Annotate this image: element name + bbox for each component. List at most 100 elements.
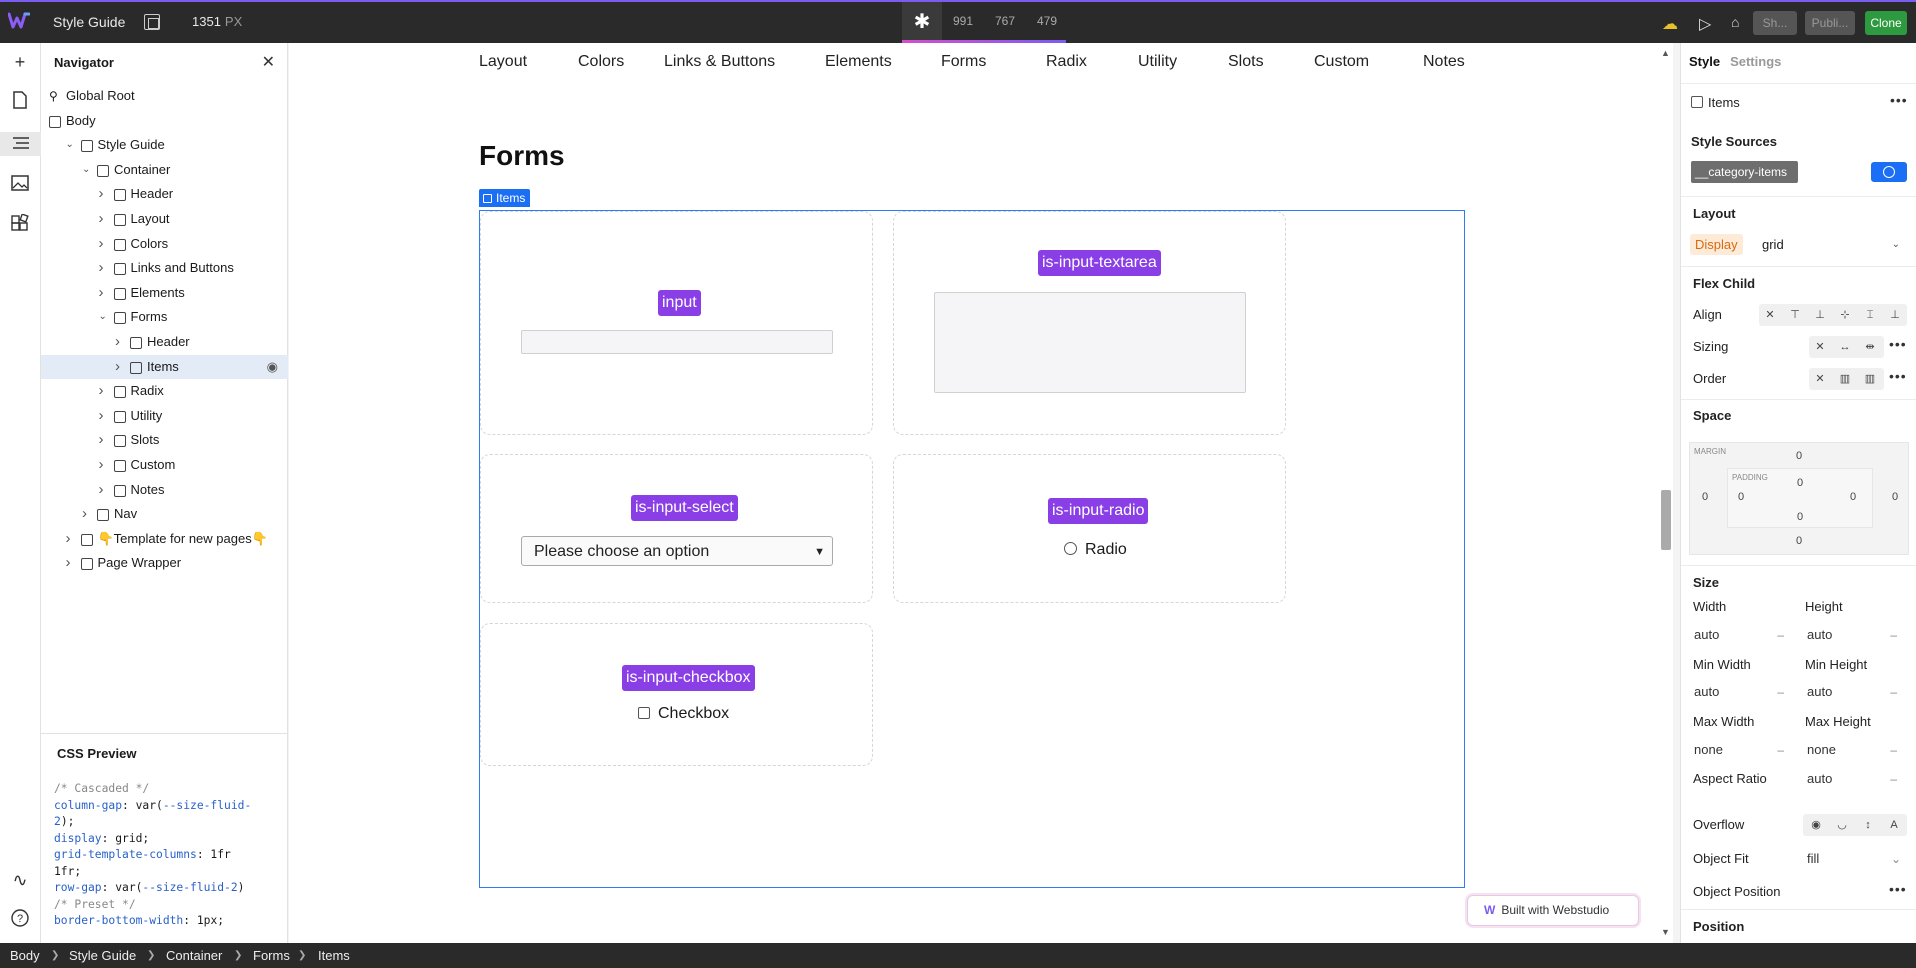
position-section-title[interactable]: Position [1693,919,1744,934]
min-height-input[interactable]: auto – [1803,681,1903,703]
base-breakpoint-icon[interactable]: ✱ [902,2,942,43]
textarea-input[interactable] [934,292,1246,393]
tree-item[interactable]: Body [41,109,288,134]
sizing-grow-icon[interactable]: ↔ [1834,336,1856,358]
padding-top[interactable]: 0 [1797,477,1803,489]
radio-option[interactable]: Radio [1064,541,1127,559]
tree-item[interactable]: › Colors [41,232,288,257]
chevron-right-icon[interactable]: › [99,453,111,477]
space-section-title[interactable]: Space [1693,408,1731,423]
align-end-icon[interactable]: ⊥ [1809,304,1831,326]
size-section-title[interactable]: Size [1693,575,1719,590]
scroll-thumb[interactable] [1661,490,1671,550]
checkbox[interactable] [638,707,650,719]
more-icon[interactable]: ••• [1889,336,1907,352]
tab-style[interactable]: Style [1689,54,1720,69]
chevron-right-icon[interactable]: › [99,182,111,206]
scroll-up-icon[interactable]: ▲ [1661,48,1670,58]
cell-radio[interactable]: is-input-radio Radio [893,454,1286,603]
tree-item[interactable]: › Layout [41,207,288,232]
layout-section-title[interactable]: Layout [1693,206,1736,221]
nav-link-slots[interactable]: Slots [1228,53,1264,71]
page-icon[interactable] [8,91,32,115]
breadcrumb-forms[interactable]: Forms [253,943,290,968]
chevron-right-icon[interactable]: › [99,404,111,428]
chevron-right-icon[interactable]: › [99,256,111,280]
canvas-width[interactable]: 1351 PX [192,14,242,29]
padding-bottom[interactable]: 0 [1797,511,1803,523]
tree-item[interactable]: ⚲ Global Root [41,84,288,109]
margin-right[interactable]: 0 [1892,491,1898,503]
eye-icon[interactable]: ◉ [267,355,278,379]
nav-link-links-buttons[interactable]: Links & Buttons [664,53,775,71]
nav-link-layout[interactable]: Layout [479,53,527,71]
height-input[interactable]: auto – [1803,624,1903,646]
built-with-webstudio-badge[interactable]: W Built with Webstudio [1467,895,1639,926]
checkbox-option[interactable]: Checkbox [638,705,729,723]
object-fit-select[interactable]: fill ⌄ [1803,848,1907,870]
canvas-scrollbar[interactable]: ▲ ▼ [1657,43,1673,943]
share-button[interactable]: Sh... [1753,11,1797,35]
chevron-right-icon[interactable]: › [99,478,111,502]
order-first-icon[interactable]: ▥ [1834,368,1856,390]
components-icon[interactable] [8,213,32,238]
breakpoint-479[interactable]: 479 [1037,14,1057,28]
more-icon[interactable]: ••• [1890,92,1908,108]
scroll-icon[interactable]: ↕ [1857,814,1879,836]
margin-top[interactable]: 0 [1796,450,1802,462]
align-center-icon[interactable]: ⊹ [1834,304,1856,326]
width-input[interactable]: auto – [1690,624,1790,646]
more-icon[interactable]: ••• [1889,881,1907,897]
margin-left[interactable]: 0 [1702,491,1708,503]
align-start-icon[interactable]: ⊤ [1784,304,1806,326]
wave-icon[interactable]: ∿ [8,868,32,892]
chevron-right-icon[interactable]: › [66,527,78,551]
tree-item[interactable]: › Utility [41,404,288,429]
nav-link-colors[interactable]: Colors [578,53,624,71]
text-input[interactable] [521,330,833,354]
pages-icon[interactable] [144,14,160,30]
help-icon[interactable]: ? [8,909,32,933]
tab-settings[interactable]: Settings [1730,54,1781,69]
preview-play-icon[interactable]: ▷ [1699,14,1711,34]
nav-link-forms[interactable]: Forms [941,53,986,71]
chevron-right-icon[interactable]: › [115,355,127,379]
nav-link-elements[interactable]: Elements [825,53,892,71]
items-grid[interactable]: input is-input-textarea is-input-select … [479,210,1465,888]
sizing-shrink-icon[interactable]: ⇹ [1859,336,1881,358]
tree-item[interactable]: ⌄ Container [41,158,288,183]
chevron-right-icon[interactable]: › [66,551,78,575]
tree-item[interactable]: › Header [41,330,288,355]
image-icon[interactable] [8,173,32,197]
tree-item[interactable]: › Notes [41,478,288,503]
max-width-input[interactable]: none – [1690,739,1790,761]
padding-right[interactable]: 0 [1850,491,1856,503]
tree-item[interactable]: ⌄ Forms [41,305,288,330]
margin-bottom[interactable]: 0 [1796,535,1802,547]
tree-item[interactable]: › Nav [41,502,288,527]
more-icon[interactable]: ••• [1889,368,1907,384]
tree-item[interactable]: › Items ◉ [41,354,288,380]
eye-closed-icon[interactable]: ◡ [1831,814,1853,836]
style-source-tag[interactable]: __category-items [1691,161,1798,183]
auto-icon[interactable]: A [1883,814,1905,836]
chevron-down-icon[interactable]: ⌄ [82,158,94,182]
project-title[interactable]: Style Guide [53,14,125,30]
display-select[interactable]: grid ⌄ [1756,234,1904,256]
option-select[interactable]: Please choose an option ▼ [521,536,833,566]
aspect-ratio-input[interactable]: auto – [1803,768,1903,790]
tree-item[interactable]: › Radix [41,379,288,404]
tree-item[interactable]: › Header [41,182,288,207]
nav-link-custom[interactable]: Custom [1314,53,1369,71]
copy-link-icon[interactable]: ⌂ [1731,14,1739,30]
eye-icon[interactable]: ◉ [1805,814,1827,836]
publish-button[interactable]: Publi... [1805,11,1855,35]
space-box[interactable]: MARGIN 0 0 0 0 PADDING 0 0 0 0 [1689,442,1909,555]
chevron-right-icon[interactable]: › [99,379,111,403]
nav-link-notes[interactable]: Notes [1423,53,1465,71]
tree-item[interactable]: › Elements [41,281,288,306]
chevron-down-icon[interactable]: ⌄ [66,133,78,157]
tree-item[interactable]: › Slots [41,428,288,453]
scroll-down-icon[interactable]: ▼ [1661,927,1670,937]
tree-item[interactable]: › 👇Template for new pages👇 [41,527,288,552]
